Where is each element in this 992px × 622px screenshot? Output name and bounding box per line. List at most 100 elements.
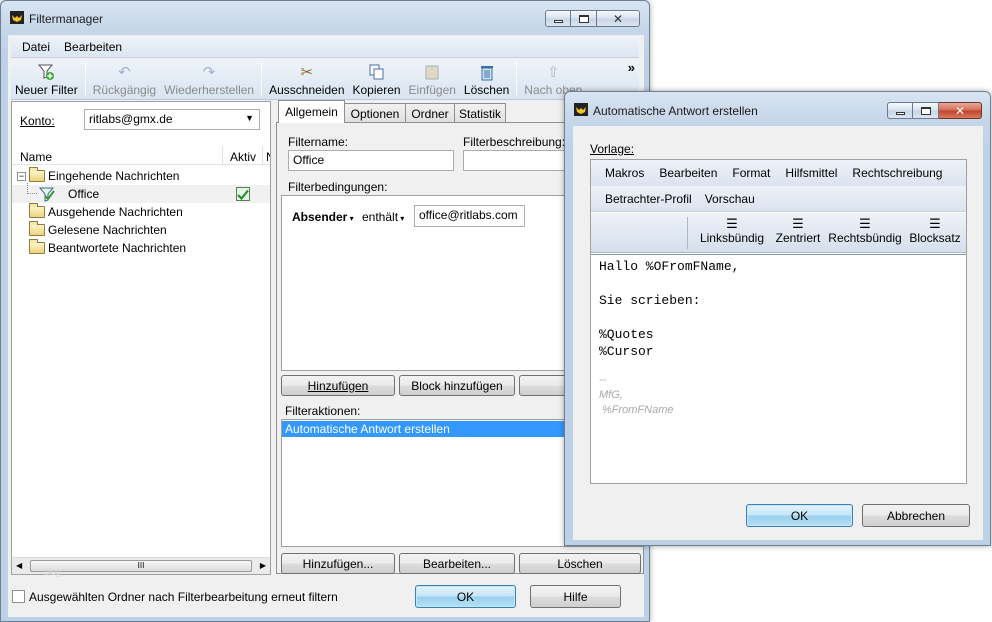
menu-datei[interactable]: Datei: [15, 40, 57, 54]
align-right-button[interactable]: ☰ Rechtsbündig: [827, 216, 903, 246]
filter-name-label: Filtername:: [288, 135, 349, 149]
condition-operator-dropdown[interactable]: enthält ▾: [362, 210, 404, 224]
menu-bearbeiten[interactable]: Bearbeiten: [659, 166, 717, 180]
tree-item-office[interactable]: Office: [12, 183, 270, 203]
collapse-icon[interactable]: −: [17, 171, 26, 181]
tab-allgemein[interactable]: Allgemein: [278, 100, 345, 123]
cut-button[interactable]: ✂ Ausschneiden: [265, 60, 348, 98]
condition-value-input[interactable]: office@ritlabs.com: [414, 205, 525, 227]
redo-icon: ↷: [202, 64, 216, 81]
filter-name-input[interactable]: Office: [288, 150, 454, 171]
dialog-close-button[interactable]: ✕: [939, 102, 982, 119]
column-header-active[interactable]: Aktiv: [230, 150, 256, 164]
toolbar-separator: [261, 62, 263, 96]
template-editor-frame: Makros Bearbeiten Format Hilfsmittel Rec…: [590, 159, 967, 484]
menu-format[interactable]: Format: [732, 166, 770, 180]
auto-reply-dialog: Automatische Antwort erstellen ✕ Vorlage…: [564, 91, 991, 546]
chevron-down-icon: ▼: [245, 113, 254, 123]
tree-item-read[interactable]: Gelesene Nachrichten: [29, 221, 167, 239]
menu-makros[interactable]: Makros: [605, 166, 644, 180]
scroll-left-icon[interactable]: ◀: [16, 561, 22, 570]
maximize-button[interactable]: [571, 10, 597, 27]
tree-item-answered[interactable]: Beantwortete Nachrichten: [29, 239, 186, 257]
tree-item-outgoing[interactable]: Ausgehende Nachrichten: [29, 203, 183, 221]
bat-app-icon: [574, 103, 588, 116]
main-client-area: Datei Bearbeiten Neuer Filter ↶ Rückgäng…: [8, 35, 644, 617]
action-edit-button[interactable]: Bearbeiten...: [399, 553, 515, 574]
folder-icon: [29, 221, 45, 236]
dialog-client-area: Vorlage: Makros Bearbeiten Format Hilfsm…: [573, 126, 983, 540]
menu-betrachter-profil[interactable]: Betrachter-Profil: [605, 192, 692, 206]
help-button[interactable]: Hilfe: [530, 585, 621, 608]
tree-header: Name Aktiv N: [12, 147, 270, 165]
new-filter-button[interactable]: Neuer Filter: [11, 60, 82, 98]
trash-icon: [477, 62, 497, 82]
title-bar[interactable]: Filtermanager ✕: [1, 1, 649, 31]
action-add-button[interactable]: Hinzufügen...: [281, 553, 395, 574]
filter-actions-label: Filteraktionen:: [285, 404, 361, 418]
redo-button[interactable]: ↷ Wiederherstellen: [160, 60, 258, 98]
scroll-right-icon[interactable]: ▶: [260, 561, 266, 570]
dropdown-arrow-icon: ▾: [398, 214, 405, 223]
minimize-button[interactable]: [545, 10, 571, 27]
align-left-button[interactable]: ☰ Linksbündig: [697, 216, 767, 246]
scroll-thumb[interactable]: III: [30, 560, 252, 572]
dropdown-arrow-icon: ▾: [347, 214, 354, 223]
scissors-icon: ✂: [300, 64, 314, 81]
template-text-area[interactable]: Hallo %OFromFName, Sie scrieben: %Quotes…: [591, 254, 966, 483]
menu-bearbeiten[interactable]: Bearbeiten: [57, 40, 129, 54]
dialog-cancel-button[interactable]: Abbrechen: [862, 504, 970, 527]
align-justify-button[interactable]: ☰ Blocksatz: [907, 217, 963, 246]
toolbar: Neuer Filter ↶ Rückgängig ↷ Wiederherste…: [11, 60, 639, 100]
tab-statistik[interactable]: Statistik: [454, 103, 506, 123]
minimize-icon: [895, 112, 905, 115]
refilter-label: Ausgewählten Ordner nach Filterbearbeitu…: [29, 590, 338, 604]
menu-vorschau[interactable]: Vorschau: [705, 192, 755, 206]
dialog-title: Automatische Antwort erstellen: [593, 104, 758, 118]
menu-hilfsmittel[interactable]: Hilfsmittel: [785, 166, 837, 180]
close-button[interactable]: ✕: [597, 10, 640, 27]
filter-description-label: Filterbeschreibung:: [463, 135, 566, 149]
column-header-extra[interactable]: N: [266, 150, 270, 164]
account-select[interactable]: ritlabs@gmx.de ▼: [84, 109, 260, 130]
paste-button[interactable]: Einfügen: [405, 60, 460, 98]
menu-bar: Datei Bearbeiten: [11, 36, 639, 58]
undo-button[interactable]: ↶ Rückgängig: [89, 60, 160, 98]
condition-field-dropdown[interactable]: Absender ▾: [292, 210, 354, 224]
align-center-button[interactable]: ☰ Zentriert: [771, 216, 825, 246]
funnel-add-icon: [36, 62, 56, 82]
dialog-maximize-button[interactable]: [913, 102, 939, 119]
account-tree-panel: Konto: ritlabs@gmx.de ▼ Name Aktiv N − E…: [11, 101, 271, 577]
folder-icon: [29, 167, 45, 182]
condition-add-block-button[interactable]: Block hinzufügen: [399, 375, 515, 396]
signature-text: -- MfG, %FromFName: [599, 374, 674, 416]
undo-icon: ↶: [118, 64, 131, 81]
ok-button[interactable]: OK: [415, 585, 516, 608]
tab-optionen[interactable]: Optionen: [344, 103, 406, 123]
editor-menu-row-1: Makros Bearbeiten Format Hilfsmittel Rec…: [591, 160, 966, 186]
filter-conditions-label: Filterbedingungen:: [288, 180, 388, 194]
menu-rechtschreibung[interactable]: Rechtschreibung: [852, 166, 942, 180]
condition-add-button[interactable]: Hinzufügen: [281, 375, 395, 396]
copy-button[interactable]: Kopieren: [349, 60, 405, 98]
tab-ordner[interactable]: Ordner: [405, 103, 455, 123]
column-header-name[interactable]: Name: [20, 150, 52, 164]
minimize-icon: [553, 20, 563, 23]
checkmark-icon: [237, 189, 249, 200]
delete-button[interactable]: Löschen: [460, 60, 513, 98]
refilter-checkbox[interactable]: [12, 590, 25, 603]
align-left-icon: ☰: [726, 216, 738, 231]
maximize-icon: [920, 106, 931, 115]
dialog-ok-button[interactable]: OK: [746, 504, 853, 527]
toolbar-overflow-chevron-icon[interactable]: »: [628, 60, 635, 75]
dialog-title-bar[interactable]: Automatische Antwort erstellen ✕: [565, 92, 990, 122]
tree-item-incoming[interactable]: − Eingehende Nachrichten: [17, 167, 179, 185]
action-delete-button[interactable]: Löschen: [519, 553, 641, 574]
align-right-icon: ☰: [859, 216, 871, 231]
toolbar-separator: [516, 62, 518, 96]
dialog-minimize-button[interactable]: [887, 102, 913, 119]
active-checkbox[interactable]: [236, 187, 250, 201]
toolbar-separator: [84, 62, 86, 96]
watermark-text: blog: [44, 567, 62, 577]
align-center-icon: ☰: [792, 216, 804, 231]
